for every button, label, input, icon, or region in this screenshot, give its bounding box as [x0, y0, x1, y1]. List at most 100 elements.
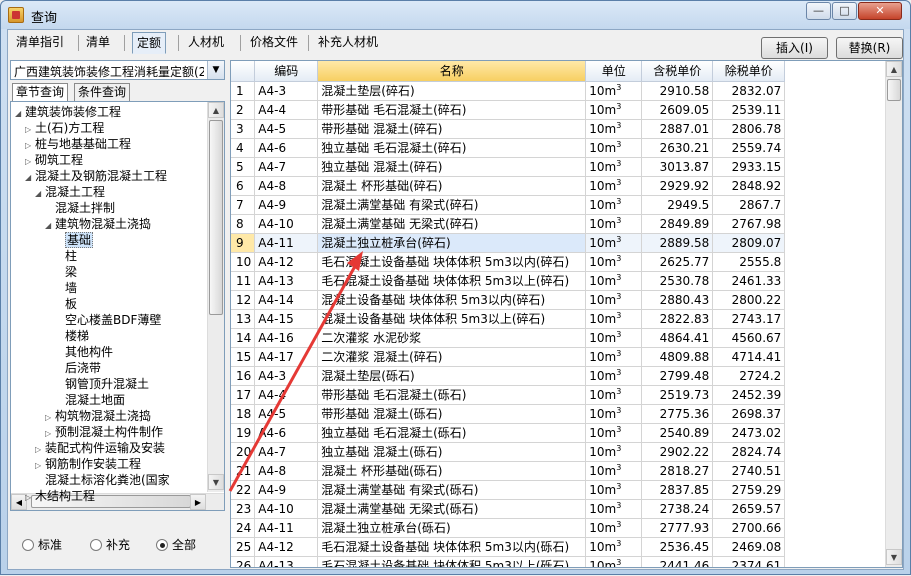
- cell-name[interactable]: 带形基础 混凝土(碎石): [317, 119, 587, 139]
- tab-quota[interactable]: 定额: [132, 32, 167, 54]
- cell-code[interactable]: A4-8: [254, 176, 319, 196]
- cell-price-without-tax[interactable]: 2555.8: [712, 252, 786, 272]
- cell-price-without-tax[interactable]: 2740.51: [712, 461, 786, 481]
- row-number[interactable]: 16: [231, 366, 256, 386]
- cell-price-with-tax[interactable]: 2630.21: [641, 138, 714, 158]
- cell-price-with-tax[interactable]: 2738.24: [641, 499, 714, 519]
- cell-code[interactable]: A4-3: [254, 366, 319, 386]
- cell-price-without-tax[interactable]: 2933.15: [712, 157, 786, 177]
- scroll-down-icon[interactable]: ▼: [208, 474, 224, 490]
- table-row[interactable]: 4 A4-6 独立基础 毛石混凝土(碎石) 10m3 2630.21 2559.74: [231, 138, 786, 158]
- row-number[interactable]: 14: [231, 328, 256, 348]
- header-price-without-tax[interactable]: 除税单价: [712, 61, 786, 82]
- tree-node[interactable]: ▷ 构筑物混凝土浇捣: [45, 408, 151, 424]
- row-number[interactable]: 13: [231, 309, 256, 329]
- row-number[interactable]: 12: [231, 290, 256, 310]
- cell-name[interactable]: 混凝土满堂基础 无梁式(砾石): [317, 499, 587, 519]
- title-bar[interactable]: 查询 — □ ✕: [1, 1, 910, 29]
- cell-price-with-tax[interactable]: 2799.48: [641, 366, 714, 386]
- table-row[interactable]: 2 A4-4 带形基础 毛石混凝土(碎石) 10m3 2609.05 2539.11: [231, 100, 786, 120]
- scroll-thumb[interactable]: [887, 79, 901, 101]
- cell-price-without-tax[interactable]: 2767.98: [712, 214, 786, 234]
- tree-node[interactable]: 钢管顶升混凝土: [55, 376, 149, 392]
- row-number[interactable]: 18: [231, 404, 256, 424]
- cell-name[interactable]: 带形基础 毛石混凝土(砾石): [317, 385, 587, 405]
- cell-code[interactable]: A4-11: [254, 233, 319, 253]
- cell-name[interactable]: 混凝土独立桩承台(碎石): [317, 233, 587, 253]
- cell-price-without-tax[interactable]: 2659.57: [712, 499, 786, 519]
- cell-price-with-tax[interactable]: 2949.5: [641, 195, 714, 215]
- table-row[interactable]: 20 A4-7 独立基础 混凝土(砾石) 10m3 2902.22 2824.74: [231, 442, 786, 462]
- tab-bill-guide[interactable]: 清单指引: [12, 32, 68, 54]
- table-row[interactable]: 7 A4-9 混凝土满堂基础 有梁式(碎石) 10m3 2949.5 2867.7: [231, 195, 786, 215]
- scroll-down-icon[interactable]: ▼: [886, 549, 902, 565]
- row-number[interactable]: 7: [231, 195, 256, 215]
- tree-node[interactable]: ▷ 桩与地基基础工程: [25, 136, 131, 152]
- cell-price-without-tax[interactable]: 2724.2: [712, 366, 786, 386]
- cell-unit[interactable]: 10m3: [585, 119, 643, 139]
- tree-node[interactable]: ▷ 装配式构件运输及安装: [35, 440, 165, 456]
- cell-unit[interactable]: 10m3: [585, 499, 643, 519]
- table-row[interactable]: 3 A4-5 带形基础 混凝土(碎石) 10m3 2887.01 2806.78: [231, 119, 786, 139]
- cell-code[interactable]: A4-7: [254, 442, 319, 462]
- quota-library-select[interactable]: 广西建筑装饰装修工程消耗量定额(2 ▼: [10, 60, 225, 80]
- cell-name[interactable]: 混凝土 杯形基础(碎石): [317, 176, 587, 196]
- cell-price-with-tax[interactable]: 2775.36: [641, 404, 714, 424]
- row-number[interactable]: 21: [231, 461, 256, 481]
- table-row[interactable]: 13 A4-15 混凝土设备基础 块体体积 5m3以上(碎石) 10m3 2822.83…: [231, 309, 786, 329]
- table-row[interactable]: 26 A4-13 毛石混凝土设备基础 块体体积 5m3以上(砾石) 10m3 2441.…: [231, 556, 786, 567]
- scroll-right-icon[interactable]: ▶: [190, 494, 206, 510]
- cell-code[interactable]: A4-11: [254, 518, 319, 538]
- cell-name[interactable]: 独立基础 混凝土(砾石): [317, 442, 587, 462]
- table-row[interactable]: 23 A4-10 混凝土满堂基础 无梁式(砾石) 10m3 2738.24 2659.57: [231, 499, 786, 519]
- cell-unit[interactable]: 10m3: [585, 214, 643, 234]
- cell-unit[interactable]: 10m3: [585, 556, 643, 567]
- row-number[interactable]: 24: [231, 518, 256, 538]
- table-row[interactable]: 12 A4-14 混凝土设备基础 块体体积 5m3以内(碎石) 10m3 2880.43…: [231, 290, 786, 310]
- minimize-button[interactable]: —: [806, 2, 831, 20]
- table-row[interactable]: 19 A4-6 独立基础 毛石混凝土(砾石) 10m3 2540.89 2473.02: [231, 423, 786, 443]
- cell-price-without-tax[interactable]: 2800.22: [712, 290, 786, 310]
- table-row[interactable]: 16 A4-3 混凝土垫层(砾石) 10m3 2799.48 2724.2: [231, 366, 786, 386]
- cell-name[interactable]: 独立基础 混凝土(碎石): [317, 157, 587, 177]
- cell-code[interactable]: A4-7: [254, 157, 319, 177]
- cell-name[interactable]: 带形基础 毛石混凝土(碎石): [317, 100, 587, 120]
- row-number[interactable]: 22: [231, 480, 256, 500]
- table-row[interactable]: 6 A4-8 混凝土 杯形基础(碎石) 10m3 2929.92 2848.92: [231, 176, 786, 196]
- cell-name[interactable]: 毛石混凝土设备基础 块体体积 5m3以上(砾石): [317, 556, 587, 567]
- header-name[interactable]: 名称: [317, 61, 587, 82]
- cell-code[interactable]: A4-5: [254, 404, 319, 424]
- cell-name[interactable]: 毛石混凝土设备基础 块体体积 5m3以上(碎石): [317, 271, 587, 291]
- cell-price-with-tax[interactable]: 2822.83: [641, 309, 714, 329]
- tree-collapse-icon[interactable]: ◢: [45, 218, 55, 234]
- radio-standard[interactable]: 标准: [22, 536, 62, 554]
- cell-price-without-tax[interactable]: 2461.33: [712, 271, 786, 291]
- row-number[interactable]: 10: [231, 252, 256, 272]
- header-price-with-tax[interactable]: 含税单价: [641, 61, 714, 82]
- tab-chapter-search[interactable]: 章节查询: [12, 83, 69, 101]
- tree-node[interactable]: ◢ 建筑装饰装修工程: [15, 104, 121, 120]
- cell-price-without-tax[interactable]: 2452.39: [712, 385, 786, 405]
- cell-unit[interactable]: 10m3: [585, 518, 643, 538]
- cell-unit[interactable]: 10m3: [585, 404, 643, 424]
- cell-code[interactable]: A4-3: [254, 81, 319, 101]
- tree-node[interactable]: 后浇带: [55, 360, 101, 376]
- cell-unit[interactable]: 10m3: [585, 233, 643, 253]
- cell-code[interactable]: A4-14: [254, 290, 319, 310]
- cell-unit[interactable]: 10m3: [585, 195, 643, 215]
- row-number[interactable]: 2: [231, 100, 256, 120]
- cell-price-without-tax[interactable]: 2559.74: [712, 138, 786, 158]
- cell-unit[interactable]: 10m3: [585, 100, 643, 120]
- cell-unit[interactable]: 10m3: [585, 328, 643, 348]
- cell-name[interactable]: 毛石混凝土设备基础 块体体积 5m3以内(砾石): [317, 537, 587, 557]
- table-row[interactable]: 9 A4-11 混凝土独立桩承台(碎石) 10m3 2889.58 2809.07: [231, 233, 786, 253]
- scroll-up-icon[interactable]: ▲: [208, 102, 224, 118]
- cell-unit[interactable]: 10m3: [585, 309, 643, 329]
- cell-unit[interactable]: 10m3: [585, 461, 643, 481]
- cell-price-without-tax[interactable]: 2832.07: [712, 81, 786, 101]
- tab-price-file[interactable]: 价格文件: [246, 32, 302, 54]
- cell-name[interactable]: 独立基础 毛石混凝土(砾石): [317, 423, 587, 443]
- cell-code[interactable]: A4-4: [254, 100, 319, 120]
- cell-price-with-tax[interactable]: 2777.93: [641, 518, 714, 538]
- cell-code[interactable]: A4-4: [254, 385, 319, 405]
